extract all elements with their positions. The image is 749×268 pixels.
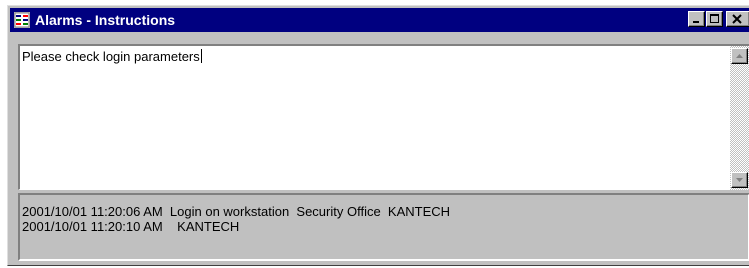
scroll-down-button[interactable] — [731, 172, 748, 188]
vertical-scrollbar[interactable] — [730, 46, 749, 190]
arrow-down-icon — [736, 178, 743, 182]
alarm-instructions-window: Alarms - Instructions Please check login… — [7, 5, 749, 266]
arrow-up-icon — [736, 54, 743, 58]
maximize-button[interactable] — [706, 11, 723, 27]
instructions-text-line: Please check login parameters — [22, 49, 202, 65]
log-entry: 2001/10/01 11:20:10 AM KANTECH — [22, 219, 240, 234]
instructions-textbox[interactable]: Please check login parameters — [18, 44, 749, 190]
minimize-icon — [693, 21, 699, 23]
close-icon — [732, 14, 742, 24]
text-caret — [200, 49, 202, 63]
close-button[interactable] — [726, 11, 749, 27]
alarm-grid-icon — [14, 12, 30, 28]
window-title: Alarms - Instructions — [35, 12, 176, 28]
minimize-button[interactable] — [688, 11, 705, 27]
maximize-icon — [710, 14, 719, 23]
scroll-up-button[interactable] — [731, 48, 748, 64]
instructions-text: Please check login parameters — [22, 49, 200, 64]
log-entry: 2001/10/01 11:20:06 AM Login on workstat… — [22, 204, 451, 219]
event-log-panel: 2001/10/01 11:20:06 AM Login on workstat… — [18, 193, 749, 261]
title-bar[interactable]: Alarms - Instructions — [10, 8, 749, 32]
